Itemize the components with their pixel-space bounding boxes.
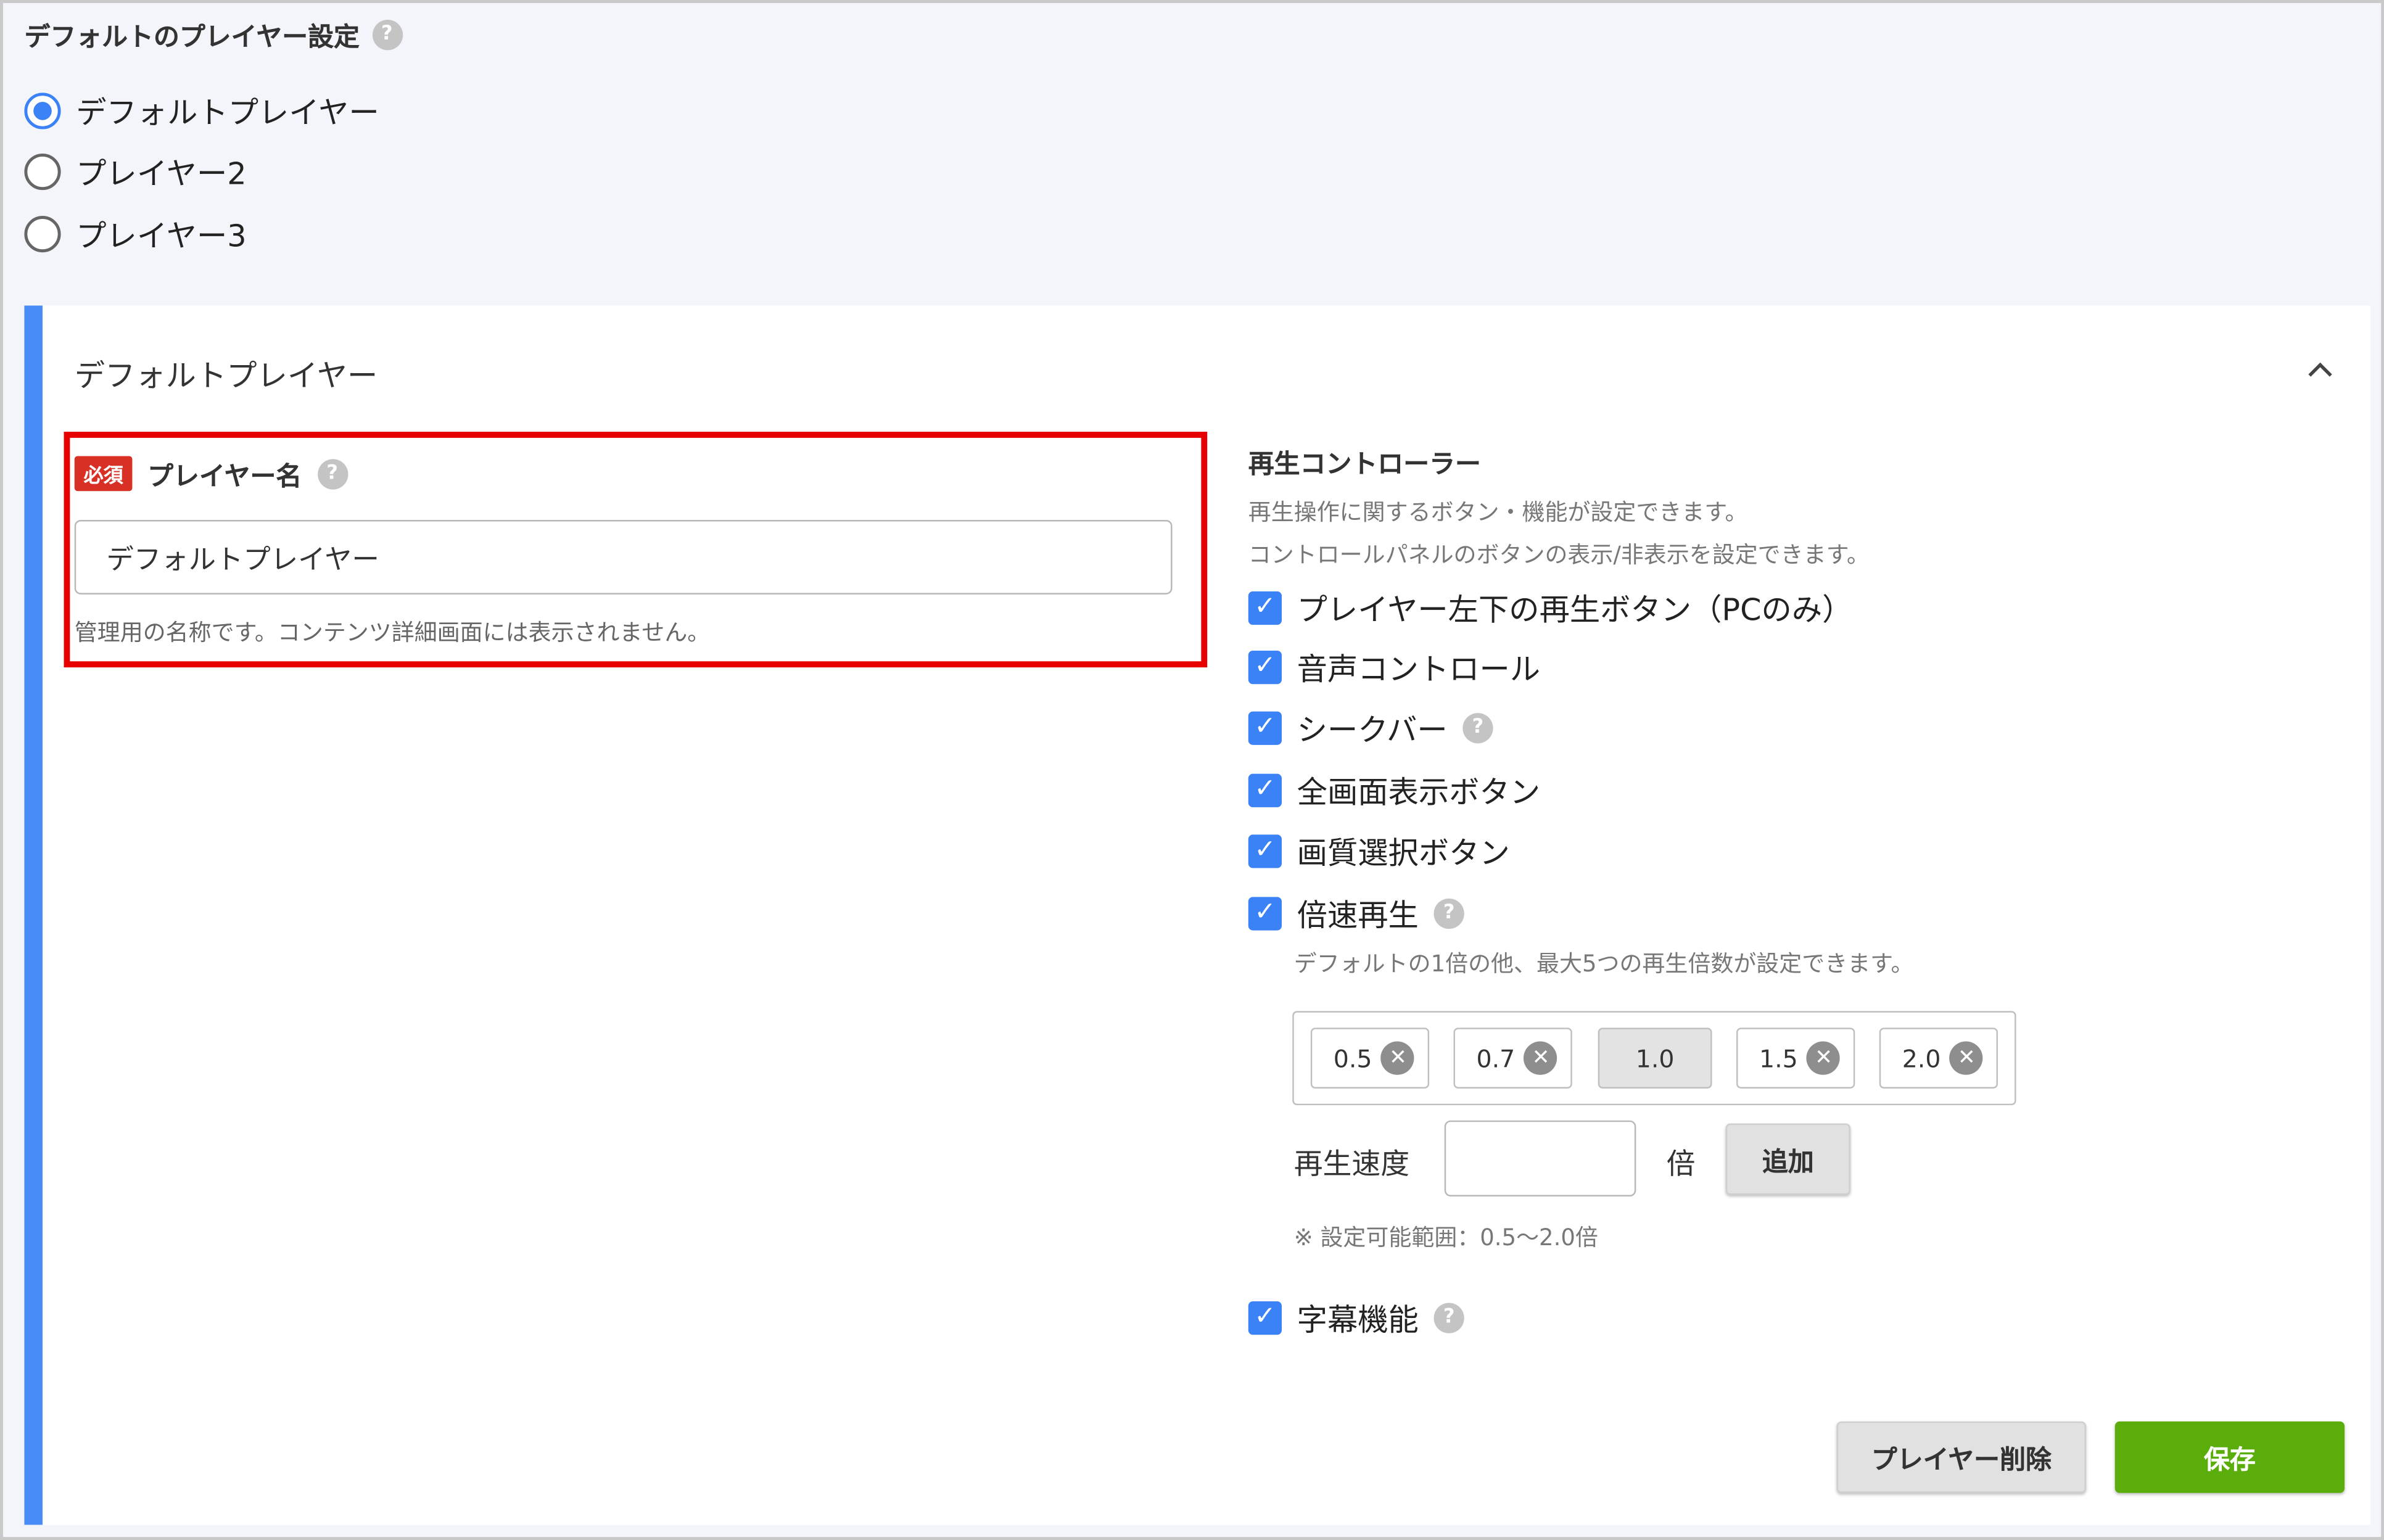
speed-chip: 0.5 ✕: [1310, 1027, 1430, 1089]
checkbox-checked-icon[interactable]: ✓: [1248, 834, 1282, 868]
checkbox-checked-icon[interactable]: ✓: [1248, 590, 1282, 624]
checkbox-label: プレイヤー左下の再生ボタン（PCのみ）: [1297, 591, 1853, 628]
checkbox-label: 全画面表示ボタン: [1297, 773, 1541, 810]
speed-chip: 0.7 ✕: [1453, 1027, 1572, 1089]
checkbox-fullscreen-button[interactable]: ✓ 全画面表示ボタン: [1248, 768, 1540, 812]
speed-chip: 2.0 ✕: [1879, 1027, 1998, 1089]
remove-icon[interactable]: ✕: [1950, 1041, 1984, 1075]
delete-player-button[interactable]: プレイヤー削除: [1836, 1421, 2086, 1493]
chevron-up-icon[interactable]: [2305, 357, 2335, 381]
checkbox-label: 画質選択ボタン: [1297, 834, 1510, 871]
checkbox-quality-button[interactable]: ✓ 画質選択ボタン: [1248, 828, 1510, 872]
remove-icon[interactable]: ✕: [1807, 1041, 1841, 1075]
checkbox-label: 字幕機能: [1297, 1301, 1419, 1338]
required-badge: 必須: [74, 456, 133, 492]
controller-desc: コントロールパネルのボタンの表示/非表示を設定できます。: [1248, 541, 1870, 569]
speed-chip-label: 1.0: [1635, 1044, 1675, 1073]
checkbox-checked-icon[interactable]: ✓: [1248, 1300, 1282, 1335]
help-icon[interactable]: ?: [316, 458, 348, 489]
speed-chip-fixed: 1.0: [1598, 1027, 1712, 1089]
radio-unchecked-icon[interactable]: [24, 152, 61, 189]
checkbox-speed-playback[interactable]: ✓ 倍速再生 ?: [1248, 891, 1464, 934]
player-panel: デフォルトプレイヤー 必須 プレイヤー名 ? デフォルトプレイヤー 管理用の名称…: [24, 305, 2370, 1525]
speed-chip: 1.5 ✕: [1736, 1027, 1855, 1089]
speed-chip-label: 0.5: [1333, 1044, 1372, 1073]
add-speed-button[interactable]: 追加: [1725, 1123, 1850, 1195]
checkbox-checked-icon[interactable]: ✓: [1248, 649, 1282, 684]
speed-input[interactable]: [1444, 1120, 1636, 1196]
remove-icon[interactable]: ✕: [1381, 1041, 1415, 1075]
player-name-input[interactable]: デフォルトプレイヤー: [74, 520, 1173, 595]
checkbox-seek-bar[interactable]: ✓ シークバー ?: [1248, 706, 1493, 749]
checkbox-label: 音声コントロール: [1297, 651, 1541, 688]
speed-chip-label: 0.7: [1476, 1044, 1516, 1073]
speed-description: デフォルトの1倍の他、最大5つの再生倍数が設定できます。: [1293, 950, 1914, 978]
speed-chip-label: 1.5: [1759, 1044, 1798, 1073]
speed-unit: 倍: [1666, 1148, 1696, 1182]
checkbox-label: 倍速再生: [1297, 897, 1419, 934]
radio-checked-icon[interactable]: [24, 92, 61, 129]
help-icon[interactable]: ?: [1462, 712, 1493, 743]
checkbox-checked-icon[interactable]: ✓: [1248, 710, 1282, 744]
radio-label: デフォルトプレイヤー: [76, 94, 379, 131]
controller-desc: 再生操作に関するボタン・機能が設定できます。: [1248, 498, 1748, 526]
remove-icon[interactable]: ✕: [1524, 1041, 1558, 1075]
checkbox-checked-icon[interactable]: ✓: [1248, 773, 1282, 807]
checkbox-label: シークバー: [1297, 711, 1448, 748]
checkbox-audio-control[interactable]: ✓ 音声コントロール: [1248, 644, 1540, 688]
checkbox-checked-icon[interactable]: ✓: [1248, 896, 1282, 930]
speed-label: 再生速度: [1293, 1148, 1410, 1182]
help-icon[interactable]: ?: [1433, 897, 1464, 928]
player-name-help: 管理用の名称です。コンテンツ詳細画面には表示されません。: [74, 619, 711, 646]
radio-label: プレイヤー3: [76, 217, 247, 254]
panel-accent-bar: [24, 305, 43, 1525]
player-name-label: プレイヤー名: [147, 462, 302, 493]
help-icon[interactable]: ?: [1433, 1302, 1464, 1333]
help-icon[interactable]: ?: [371, 19, 402, 50]
panel-title: デフォルトプレイヤー: [74, 357, 378, 394]
range-note: ※ 設定可能範囲：0.5〜2.0倍: [1293, 1224, 1598, 1251]
checkbox-subtitle[interactable]: ✓ 字幕機能 ?: [1248, 1295, 1464, 1339]
radio-player-2[interactable]: プレイヤー2: [24, 149, 247, 193]
player-settings-title: デフォルトのプレイヤー設定: [24, 22, 360, 54]
radio-label: プレイヤー2: [76, 155, 247, 192]
speed-chip-label: 2.0: [1902, 1044, 1941, 1073]
save-button[interactable]: 保存: [2114, 1421, 2345, 1493]
checkbox-play-button[interactable]: ✓ プレイヤー左下の再生ボタン（PCのみ）: [1248, 585, 1853, 629]
controller-title: 再生コントローラー: [1248, 450, 1481, 480]
radio-unchecked-icon[interactable]: [24, 215, 61, 252]
radio-default-player[interactable]: デフォルトプレイヤー: [24, 88, 379, 132]
radio-player-3[interactable]: プレイヤー3: [24, 212, 247, 255]
settings-frame: デフォルトのプレイヤー設定 ? デフォルトプレイヤー プレイヤー2 プレイヤー3…: [0, 0, 2384, 1540]
